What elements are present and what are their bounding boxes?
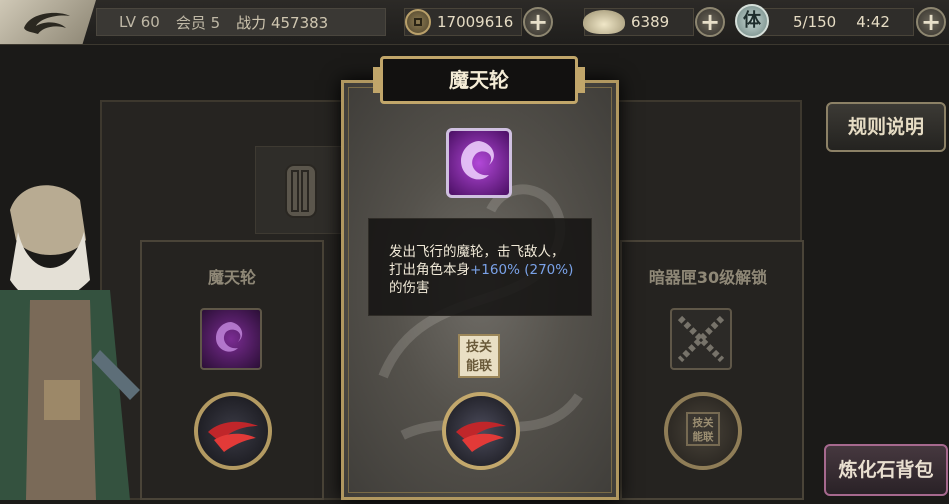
ingot-icon <box>583 10 625 34</box>
stamina-icon: 体 <box>735 4 769 38</box>
stamina-value: 5/150 <box>793 13 837 31</box>
add-gold-button[interactable]: + <box>523 7 553 37</box>
menu-logo-button[interactable] <box>0 0 96 44</box>
dragon-icon <box>24 12 70 34</box>
gold-counter: 17009616 <box>404 8 522 36</box>
stamina-counter: 5/150 4:42 <box>752 8 914 36</box>
top-bar: LV 60 会员 5 战力 457383 17009616 + 6389 + 5… <box>0 0 949 45</box>
popup-title: 魔天轮 <box>373 56 585 104</box>
rules-button[interactable]: 规则说明 <box>826 102 946 152</box>
right-link-badge: 技关能联 <box>686 412 720 446</box>
red-stone-icon <box>456 421 506 452</box>
right-skill-slot[interactable]: 暗器匣30级解锁 <box>620 240 804 500</box>
desc-paren-percent: (270%) <box>524 262 574 278</box>
coin-icon <box>405 9 431 35</box>
desc-tail-text: 的伤害 <box>389 280 430 296</box>
gold-value: 17009616 <box>437 13 514 31</box>
crossed-chains-icon <box>677 315 725 363</box>
popup-skill-icon <box>446 128 512 198</box>
gauntlet-icon <box>285 164 317 218</box>
left-skill-slot[interactable]: 魔天轮 <box>140 240 324 500</box>
ingot-value: 6389 <box>631 13 670 31</box>
hidden-weapon-display <box>255 146 347 234</box>
player-stats: LV 60 会员 5 战力 457383 <box>96 8 386 36</box>
vip-level: 会员 5 <box>175 13 221 32</box>
ingot-counter: 6389 <box>583 8 694 36</box>
power-label: 战力 <box>236 13 267 32</box>
left-stone-orb[interactable] <box>194 392 272 470</box>
popup-stone-orb[interactable] <box>442 392 520 470</box>
stamina-timer: 4:42 <box>856 13 890 31</box>
desc-percent: +160% <box>470 262 520 278</box>
locked-weapon-icon[interactable] <box>670 308 732 370</box>
demon-wheel-icon <box>216 322 243 352</box>
refine-stone-bag-button[interactable]: 炼化石背包 <box>824 444 948 496</box>
left-skill-icon[interactable] <box>200 308 262 370</box>
npc-old-sage <box>0 170 150 500</box>
skill-link-badge: 技关能联 <box>458 334 500 378</box>
left-slot-title: 魔天轮 <box>207 268 256 287</box>
sage-portrait-icon <box>0 185 140 500</box>
skill-description: 发出飞行的魔轮，击飞敌人，打出角色本身+160% (270%)的伤害 <box>368 218 592 316</box>
add-ingot-button[interactable]: + <box>695 7 725 37</box>
player-level: LV 60 <box>119 13 160 31</box>
red-stone-icon <box>208 421 258 452</box>
combat-power: 战力 457383 <box>236 12 328 33</box>
power-value: 457383 <box>270 13 329 32</box>
add-stamina-button[interactable]: + <box>916 7 946 37</box>
demon-wheel-icon <box>461 141 494 180</box>
right-slot-title: 暗器匣30级解锁 <box>648 268 768 287</box>
